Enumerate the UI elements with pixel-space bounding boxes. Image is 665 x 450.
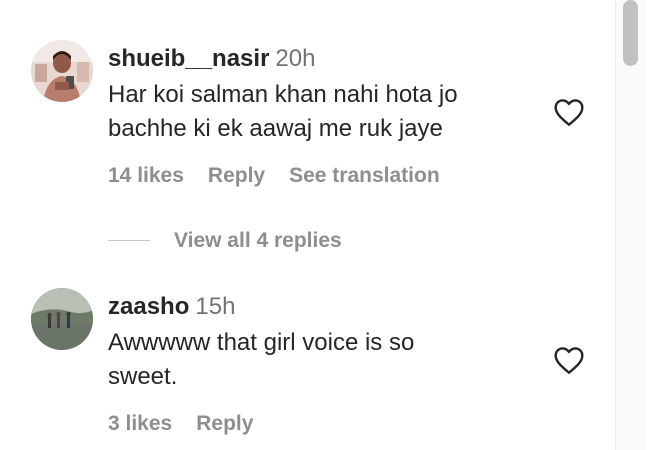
scrollbar-track[interactable] [615,0,646,450]
scrollbar-thumb[interactable] [623,0,638,66]
comments-list: shueib__nasir 20h Har koi salman khan nah… [0,0,615,450]
username[interactable]: zaasho [108,293,189,320]
comment-item: zaasho 15h Awwwww that girl voice is so s… [0,0,615,450]
comment-text-line: sweet. [108,363,178,390]
comment-header: zaasho 15h [108,292,235,322]
likes-count[interactable]: 3 likes [108,412,172,435]
timestamp[interactable]: 15h [195,293,235,320]
avatar-photo [31,288,93,350]
comment-actions: 3 likes Reply [108,410,277,438]
reply-button[interactable]: Reply [196,412,253,435]
heart-outline-icon[interactable] [553,345,585,375]
avatar[interactable] [31,288,93,350]
page-edge [645,0,665,450]
comment-text-line: Awwwww that girl voice is so [108,329,415,356]
comment-text: Awwwww that girl voice is so sweet. [108,326,538,394]
